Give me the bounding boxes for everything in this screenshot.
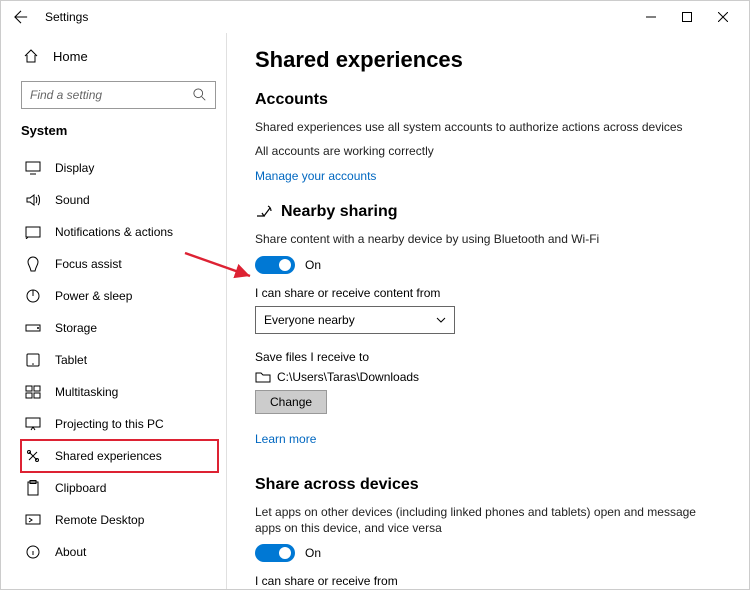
across-toggle-state: On — [305, 546, 321, 560]
share-from-label: I can share or receive content from — [255, 286, 721, 300]
accounts-desc: Shared experiences use all system accoun… — [255, 119, 721, 135]
save-files-label: Save files I receive to — [255, 350, 721, 364]
nearby-desc: Share content with a nearby device by us… — [255, 231, 721, 247]
nav-clipboard[interactable]: Clipboard — [21, 472, 226, 504]
storage-icon — [23, 322, 43, 334]
nav-sound[interactable]: Sound — [21, 184, 226, 216]
close-button[interactable] — [705, 3, 741, 31]
titlebar: Settings — [1, 1, 749, 33]
tablet-icon — [23, 353, 43, 367]
window-title: Settings — [45, 10, 88, 24]
remote-icon — [23, 513, 43, 527]
across-from-label: I can share or receive from — [255, 574, 721, 588]
arrow-left-icon — [14, 10, 28, 24]
search-field[interactable] — [30, 88, 193, 102]
nav-label: Storage — [55, 321, 97, 335]
nav-label: Notifications & actions — [55, 225, 173, 239]
share-from-value: Everyone nearby — [264, 313, 355, 327]
minimize-icon — [646, 12, 656, 22]
nav-multitasking[interactable]: Multitasking — [21, 376, 226, 408]
close-icon — [718, 12, 728, 22]
page-title: Shared experiences — [255, 47, 721, 73]
content-pane[interactable]: Shared experiences Accounts Shared exper… — [226, 33, 749, 589]
multitasking-icon — [23, 385, 43, 399]
nearby-sharing-toggle[interactable] — [255, 256, 295, 274]
save-path-row: C:\Users\Taras\Downloads — [255, 370, 721, 384]
share-from-select[interactable]: Everyone nearby — [255, 306, 455, 334]
window-controls — [633, 3, 741, 31]
nav-label: About — [55, 545, 86, 559]
focus-icon — [23, 256, 43, 272]
nav-projecting[interactable]: Projecting to this PC — [21, 408, 226, 440]
nav-about[interactable]: About — [21, 536, 226, 568]
maximize-button[interactable] — [669, 3, 705, 31]
home-icon — [21, 48, 41, 64]
nav-shared-experiences[interactable]: Shared experiences — [21, 440, 218, 472]
nearby-toggle-state: On — [305, 258, 321, 272]
nav-remote-desktop[interactable]: Remote Desktop — [21, 504, 226, 536]
back-button[interactable] — [9, 5, 33, 29]
nav-label: Sound — [55, 193, 90, 207]
nav-display[interactable]: Display — [21, 152, 226, 184]
nav-label: Power & sleep — [55, 289, 132, 303]
nav-label: Projecting to this PC — [55, 417, 164, 431]
accounts-heading: Accounts — [255, 91, 721, 109]
nearby-sharing-icon — [255, 204, 273, 220]
group-title: System — [21, 123, 226, 138]
nav-label: Clipboard — [55, 481, 106, 495]
minimize-button[interactable] — [633, 3, 669, 31]
sound-icon — [23, 193, 43, 207]
change-button[interactable]: Change — [255, 390, 327, 414]
nav-label: Tablet — [55, 353, 87, 367]
folder-icon — [255, 371, 271, 383]
nav-label: Display — [55, 161, 94, 175]
notifications-icon — [23, 225, 43, 239]
search-input[interactable] — [21, 81, 216, 109]
chevron-down-icon — [436, 317, 446, 323]
clipboard-icon — [23, 480, 43, 496]
share-across-toggle[interactable] — [255, 544, 295, 562]
shared-exp-icon — [23, 448, 43, 464]
nav-label: Remote Desktop — [55, 513, 144, 527]
nav-tablet[interactable]: Tablet — [21, 344, 226, 376]
nav-storage[interactable]: Storage — [21, 312, 226, 344]
power-icon — [23, 288, 43, 304]
nav-power-sleep[interactable]: Power & sleep — [21, 280, 226, 312]
save-path-text: C:\Users\Taras\Downloads — [277, 370, 419, 384]
home-nav[interactable]: Home — [21, 41, 226, 71]
nav-focus-assist[interactable]: Focus assist — [21, 248, 226, 280]
learn-more-link[interactable]: Learn more — [255, 432, 316, 446]
nearby-heading: Nearby sharing — [255, 203, 721, 221]
nav-label: Multitasking — [55, 385, 118, 399]
across-desc: Let apps on other devices (including lin… — [255, 504, 721, 536]
nearby-heading-text: Nearby sharing — [281, 203, 397, 221]
display-icon — [23, 161, 43, 175]
accounts-status: All accounts are working correctly — [255, 143, 721, 159]
home-label: Home — [53, 49, 88, 64]
search-icon — [193, 88, 207, 102]
maximize-icon — [682, 12, 692, 22]
nav-notifications[interactable]: Notifications & actions — [21, 216, 226, 248]
about-icon — [23, 544, 43, 560]
sidebar: Home System Display Sound Notifications … — [1, 33, 226, 589]
nav-label: Shared experiences — [55, 449, 162, 463]
manage-accounts-link[interactable]: Manage your accounts — [255, 169, 376, 183]
projecting-icon — [23, 417, 43, 431]
nav-label: Focus assist — [55, 257, 122, 271]
across-heading: Share across devices — [255, 476, 721, 494]
settings-window: Settings Home System Display Sound Notif… — [0, 0, 750, 590]
